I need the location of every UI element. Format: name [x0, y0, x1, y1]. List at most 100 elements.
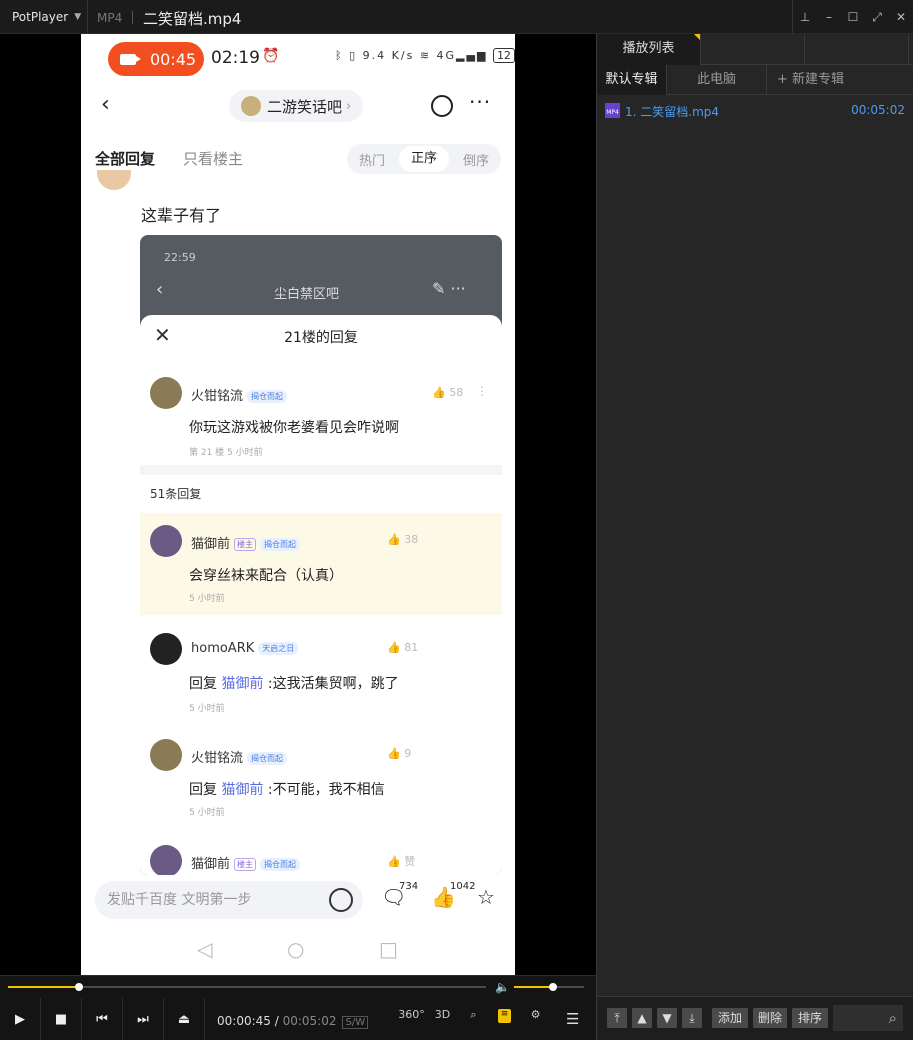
menu-icon[interactable]: ☰ [566, 1010, 579, 1028]
prev-button[interactable]: ⏮ [82, 998, 123, 1040]
like-count: 👍 58 [432, 386, 464, 399]
play-button[interactable]: ▶ [0, 998, 41, 1040]
playlist-item[interactable]: MP4 1. 二笑留档.mp4 00:05:02 [603, 102, 907, 120]
user-name: 火钳铭流 [191, 751, 244, 766]
vr-360-button[interactable]: 360° [396, 1008, 427, 1024]
more-icon: ··· [469, 90, 492, 114]
comment-user: 火钳铭流 揭仓而起 [191, 747, 288, 766]
move-up-button[interactable]: ▲ [632, 1008, 652, 1028]
forum-chip: 二游笑话吧 › [229, 90, 364, 122]
more-icon: ⋮ [476, 384, 488, 398]
list-item: 猫御前 楼主 揭仓而起 👍 赞 [140, 835, 502, 875]
window-controls: ⊥ – ☐ ⤢ ✕ [792, 0, 913, 34]
close-icon: ✕ [154, 323, 171, 347]
volume-icon[interactable]: 🔈 [495, 980, 510, 994]
volume-handle[interactable] [549, 983, 558, 991]
gear-icon[interactable]: ⚙ [520, 1008, 551, 1024]
phone-status-bar: 00:45 02:19 ⏰ ᛒ ▯ 9.4 K/s ≋ 4G▂▄▆ 12 [81, 34, 515, 82]
move-bottom-button[interactable]: ⤓ [682, 1008, 702, 1028]
playlist-toggle-icon[interactable]: ≡ [498, 1009, 511, 1023]
wifi-icon: ≋ [419, 49, 432, 62]
volume-slider[interactable] [514, 983, 584, 991]
add-button[interactable]: 添加 [712, 1008, 748, 1028]
embedded-screenshot: 22:59 ‹ 尘白禁区吧 ✎ ··· 21楼的回复 ✕ 火钳铭流 揭仓而起 👍 … [140, 235, 502, 875]
owner-badge: 楼主 [234, 858, 257, 871]
move-down-button[interactable]: ▼ [657, 1008, 677, 1028]
user-badge: 揭仓而起 [260, 538, 301, 551]
comment-text: 你玩这游戏被你老婆看见会咋说啊 [189, 420, 399, 436]
sw-toggle[interactable]: S/W [342, 1016, 369, 1029]
title-bar: PotPlayer ▼ MP4 二笑留档.mp4 ⊥ – ☐ ⤢ ✕ [0, 0, 913, 34]
comment-text: 回复 猫御前 :不可能，我不相信 [189, 779, 385, 799]
sort-button[interactable]: 排序 [792, 1008, 828, 1028]
search-subtitle-icon[interactable]: ⌕ [458, 1008, 489, 1024]
status-icons: ᛒ ▯ 9.4 K/s ≋ 4G▂▄▆ 12 [335, 48, 515, 63]
edit-icon [431, 95, 453, 117]
delete-button[interactable]: 删除 [753, 1008, 787, 1028]
panel-tabs: 播放列表 [597, 34, 913, 65]
divider [132, 11, 133, 24]
list-item: homoARK 天启之日 👍 81 回复 猫御前 :这我活集贸啊，跳了 5 小时前 [140, 621, 502, 723]
back-icon: ‹ [101, 92, 110, 117]
eject-button[interactable]: ⏏ [164, 998, 205, 1040]
vibrate-icon: ▯ [349, 49, 358, 62]
format-label: MP4 [97, 11, 123, 25]
pin-icon[interactable]: ⊥ [793, 0, 817, 34]
user-badge: 揭仓而起 [247, 390, 288, 403]
reply-tabs: 全部回复 只看楼主 热门 正序 倒序 [81, 142, 515, 176]
phone-system-nav: ◁ ○ □ [81, 929, 515, 975]
reply-body-end: ，跳了 [356, 676, 399, 692]
tab-default-album[interactable]: 默认专辑 [597, 65, 667, 95]
tab-playlist[interactable]: 播放列表 [597, 34, 701, 65]
seek-bar[interactable] [8, 983, 486, 991]
app-menu-button[interactable]: PotPlayer ▼ [6, 0, 88, 34]
next-button[interactable]: ⏭ [123, 998, 164, 1040]
nav-back-icon: ◁ [197, 937, 213, 961]
volume-level [514, 986, 554, 988]
comment-text: 会穿丝袜来配合（认真） [189, 568, 343, 584]
reply-mention: 猫御前 [221, 782, 264, 798]
new-album-button[interactable]: + 新建专辑 [767, 65, 913, 95]
playback-buttons: ▶ ■ ⏮ ⏭ ⏏ [0, 998, 205, 1040]
reply-prefix: 回复 [189, 676, 217, 692]
comment-meta: 第 21 楼 5 小时前 [189, 448, 263, 458]
comment-user: 火钳铭流 揭仓而起 [191, 385, 288, 404]
embedded-time: 22:59 [164, 251, 196, 264]
comment-time: 5 小时前 [189, 704, 225, 714]
tab-this-pc[interactable]: 此电脑 [667, 65, 767, 95]
like-count: 1042 [450, 881, 476, 892]
sort-asc: 正序 [399, 146, 449, 172]
maximize-icon[interactable]: ☐ [841, 0, 865, 34]
fullscreen-icon[interactable]: ⤢ [865, 0, 889, 34]
comment-count: 734 [399, 881, 419, 892]
reply-prefix: 回复 [189, 782, 217, 798]
video-area[interactable]: 00:45 02:19 ⏰ ᛒ ▯ 9.4 K/s ≋ 4G▂▄▆ 12 ‹ 二… [0, 34, 596, 975]
reply-mention: 猫御前 [221, 676, 264, 692]
sort-desc: 倒序 [462, 153, 489, 169]
tab-empty-2[interactable] [805, 34, 909, 65]
like-count: 👍 81 [387, 641, 419, 654]
reply-text: 这辈子有了 [141, 206, 222, 225]
sort-toggle: 热门 正序 倒序 [347, 144, 501, 174]
stop-button[interactable]: ■ [41, 998, 82, 1040]
app-name: PotPlayer [12, 10, 69, 24]
album-tabs: 默认专辑 此电脑 + 新建专辑 [597, 65, 913, 95]
tab-all-replies: 全部回复 [95, 150, 156, 168]
3d-button[interactable]: 3D [427, 1008, 458, 1024]
seek-handle[interactable] [75, 983, 84, 991]
minimize-icon[interactable]: – [817, 0, 841, 34]
like-value: 9 [404, 747, 412, 760]
main-comment: 火钳铭流 揭仓而起 👍 58 ⋮ 你玩这游戏被你老婆看见会咋说啊 第 21 楼 5… [140, 377, 502, 467]
avatar [150, 845, 182, 875]
net-speed: 9.4 K/s [362, 49, 415, 62]
tab-empty-1[interactable] [701, 34, 805, 65]
current-time: 00:00:45 [217, 1014, 271, 1028]
phone-input-bar: 发贴千百度 文明第一步 🗨 734 👍 1042 ☆ [81, 875, 515, 925]
divider [140, 465, 502, 475]
user-badge: 揭仓而起 [260, 858, 301, 871]
sheet-title: 21楼的回复 [284, 330, 358, 346]
search-icon[interactable]: ⌕ [833, 1005, 903, 1031]
move-top-button[interactable]: ⤒ [607, 1008, 627, 1028]
close-icon[interactable]: ✕ [889, 0, 913, 34]
playlist-toolbar: ⤒ ▲ ▼ ⤓ 添加 删除 排序 ⌕ [597, 996, 913, 1040]
